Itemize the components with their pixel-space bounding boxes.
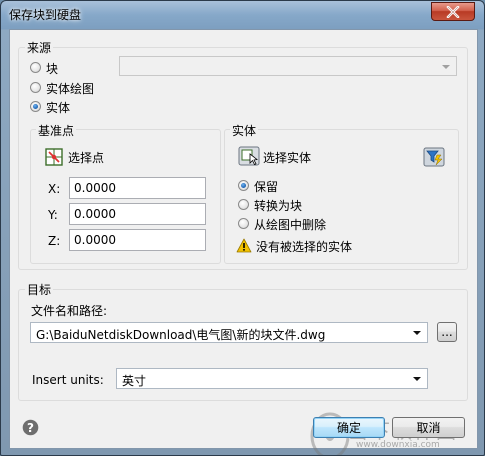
z-label: Z:: [48, 234, 61, 248]
svg-text:?: ?: [27, 421, 34, 435]
target-group-label: 目标: [25, 281, 54, 298]
select-entities-icon: [238, 146, 260, 166]
cancel-button[interactable]: 取消: [392, 417, 465, 438]
source-option-drawing-label[interactable]: 实体绘图: [46, 80, 94, 97]
path-label: 文件名和路径:: [31, 304, 108, 318]
retain-label[interactable]: 保留: [254, 178, 278, 195]
base-point-group-label: 基准点: [36, 122, 77, 139]
retain-radio[interactable]: [238, 180, 249, 191]
x-label: X:: [48, 182, 61, 196]
source-option-entity-radio[interactable]: [30, 101, 41, 112]
close-icon: [446, 5, 460, 18]
pick-point-label[interactable]: 选择点: [68, 149, 104, 166]
y-label: Y:: [48, 208, 58, 222]
title-bar[interactable]: 保存块到硬盘: [1, 1, 484, 27]
close-button[interactable]: [431, 2, 475, 21]
chevron-down-icon: [413, 331, 421, 335]
browse-button[interactable]: ...: [437, 322, 457, 342]
source-group-label: 来源: [25, 39, 54, 56]
source-option-block-radio[interactable]: [30, 62, 41, 73]
convert-to-block-radio[interactable]: [238, 199, 249, 210]
z-field[interactable]: 0.0000: [69, 229, 206, 251]
dialog-body: 来源 块 实体绘图 实体 基准点 选择点 X: 0.0000 Y: 0.0000…: [9, 29, 478, 455]
delete-from-drawing-label[interactable]: 从绘图中删除: [254, 216, 326, 233]
warning-text: 没有被选择的实体: [256, 240, 353, 254]
source-option-drawing-radio[interactable]: [30, 82, 41, 93]
entities-group-label: 实体: [230, 122, 259, 139]
y-field[interactable]: 0.0000: [69, 203, 206, 225]
units-combo[interactable]: 英寸: [116, 368, 428, 389]
warning-icon: [236, 238, 252, 253]
delete-from-drawing-radio[interactable]: [238, 218, 249, 229]
select-entities-button[interactable]: [238, 146, 260, 166]
convert-to-block-label[interactable]: 转换为块: [254, 197, 302, 214]
pick-point-icon: [45, 148, 63, 166]
filter-icon: [423, 147, 445, 167]
block-name-combo[interactable]: [119, 56, 457, 76]
x-field[interactable]: 0.0000: [69, 177, 206, 199]
chevron-down-icon: [413, 377, 421, 381]
pick-point-button[interactable]: [44, 147, 64, 167]
watermark-url: www.downxia.com: [356, 440, 440, 450]
units-value: 英寸: [122, 374, 147, 388]
help-icon[interactable]: ?: [22, 419, 39, 436]
units-label: Insert units:: [32, 373, 104, 387]
ok-button[interactable]: 确定: [313, 417, 385, 438]
select-entities-label[interactable]: 选择实体: [263, 149, 311, 166]
chevron-down-icon: [442, 65, 450, 69]
path-combo[interactable]: G:\BaiduNetdiskDownload\电气图\新的块文件.dwg: [30, 322, 428, 343]
source-option-block-label[interactable]: 块: [46, 60, 58, 77]
path-value: G:\BaiduNetdiskDownload\电气图\新的块文件.dwg: [36, 328, 326, 342]
source-option-entity-label[interactable]: 实体: [46, 99, 70, 116]
quick-select-button[interactable]: [423, 147, 445, 167]
window-title: 保存块到硬盘: [9, 8, 82, 22]
dialog-window: 保存块到硬盘 来源 块 实体绘图 实体 基准点 选择点 X: 0.0000 Y:…: [0, 0, 485, 456]
